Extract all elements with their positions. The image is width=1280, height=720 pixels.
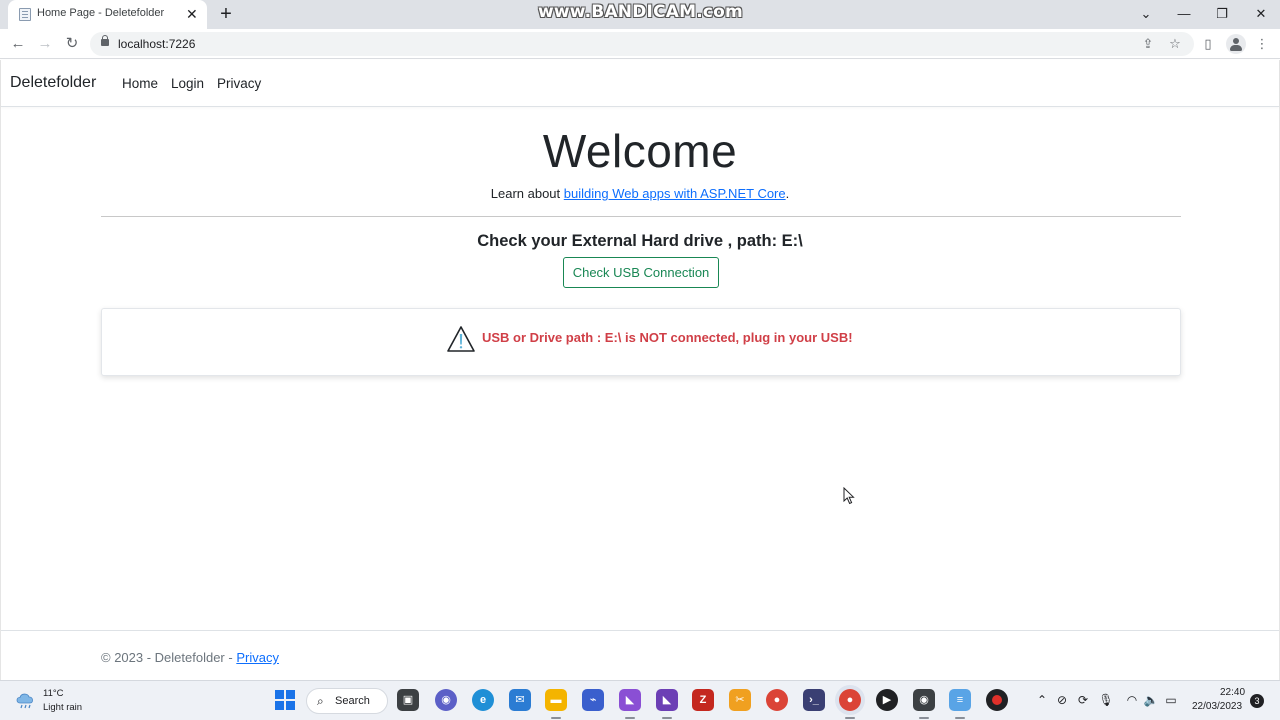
- bandicam-watermark: www.BANDICAM.com: [538, 2, 743, 22]
- chat-icon[interactable]: ◉: [435, 689, 457, 711]
- taskbar-search[interactable]: ⌕ Search: [306, 688, 388, 714]
- visual-studio-2-icon[interactable]: ◣: [656, 689, 678, 719]
- media-player-icon[interactable]: ▶: [876, 689, 898, 711]
- forward-arrow-icon[interactable]: →: [34, 33, 56, 55]
- learn-more-text: Learn about building Web apps with ASP.N…: [1, 186, 1279, 201]
- volume-icon[interactable]: 🔈: [1143, 691, 1159, 709]
- clock-time[interactable]: 22:40: [1220, 687, 1245, 698]
- screen: Home Page - Deletefolder ✕ + www.BANDICA…: [0, 0, 1280, 720]
- reload-icon[interactable]: ↻: [61, 33, 83, 55]
- tab-title: Home Page - Deletefolder: [37, 7, 165, 19]
- page-viewport: Deletefolder Home Login Privacy Welcome …: [0, 60, 1280, 680]
- tab-close-icon[interactable]: ✕: [186, 5, 198, 23]
- bookmark-star-icon[interactable]: ☆: [1165, 34, 1185, 54]
- lock-icon[interactable]: [101, 35, 109, 46]
- maximize-button[interactable]: ❐: [1212, 4, 1232, 24]
- search-icon: ⌕: [317, 694, 324, 708]
- task-view-icon[interactable]: ▣: [397, 689, 419, 711]
- windows-start-icon[interactable]: [275, 690, 295, 710]
- edge-browser-icon[interactable]: e: [472, 689, 494, 711]
- microphone-icon[interactable]: 🎙: [1098, 691, 1114, 709]
- tray-overflow-chevron-icon[interactable]: ⌃: [1034, 691, 1050, 709]
- clock-date[interactable]: 22/03/2023: [1192, 701, 1242, 712]
- new-tab-button[interactable]: +: [216, 2, 236, 26]
- tray-app-icon[interactable]: ⊘: [1054, 691, 1070, 709]
- warning-triangle-icon: [447, 326, 475, 352]
- rain-cloud-icon[interactable]: [15, 691, 37, 709]
- drive-check-heading: Check your External Hard drive , path: E…: [477, 232, 803, 250]
- notification-badge[interactable]: 3: [1250, 694, 1264, 708]
- weather-temperature[interactable]: 11°C: [43, 688, 64, 699]
- filezilla-icon[interactable]: Z: [692, 689, 714, 711]
- url-text[interactable]: localhost:7226: [118, 37, 195, 51]
- profile-avatar-icon[interactable]: [1226, 34, 1246, 54]
- weather-description[interactable]: Light rain: [43, 702, 82, 713]
- site-brand[interactable]: Deletefolder: [10, 74, 96, 92]
- copyright-text: © 2023 - Deletefolder -: [101, 650, 237, 665]
- browser-toolbar: ← → ↻ localhost:7226 ⇪ ☆ ▯ ⋮: [0, 29, 1280, 59]
- windows-taskbar: 11°C Light rain ⌕ Search ▣ ◉ e ✉ ▬ ⌁ ◣ ◣…: [0, 680, 1280, 720]
- share-icon[interactable]: ⇪: [1138, 34, 1158, 54]
- terminal-icon[interactable]: ›_: [803, 689, 825, 711]
- file-explorer-icon[interactable]: ▬: [545, 689, 567, 719]
- browser-tab-strip: Home Page - Deletefolder ✕ + www.BANDICA…: [0, 0, 1280, 29]
- bandicam-record-icon[interactable]: [986, 689, 1008, 711]
- chrome-icon[interactable]: ●: [766, 689, 788, 711]
- nav-link-login[interactable]: Login: [171, 76, 204, 91]
- obs-icon[interactable]: ◉: [913, 689, 935, 719]
- wifi-icon[interactable]: ◠: [1124, 691, 1140, 709]
- nav-link-privacy[interactable]: Privacy: [217, 76, 261, 91]
- notepad-icon[interactable]: ≡: [949, 689, 971, 719]
- close-window-button[interactable]: ✕: [1251, 4, 1271, 24]
- mail-icon[interactable]: ✉: [509, 689, 531, 711]
- minimize-button[interactable]: —: [1174, 4, 1194, 24]
- chrome-active-icon[interactable]: ●: [839, 689, 861, 719]
- footer-copyright: © 2023 - Deletefolder - Privacy: [101, 650, 279, 665]
- footer-privacy-link[interactable]: Privacy: [236, 650, 279, 665]
- page-favicon-icon: [19, 8, 31, 21]
- page-title: Welcome: [542, 125, 738, 177]
- search-label: Search: [335, 695, 370, 707]
- site-footer: © 2023 - Deletefolder - Privacy: [1, 630, 1279, 680]
- visual-studio-icon[interactable]: ◣: [619, 689, 641, 719]
- tab-search-chevron-icon[interactable]: ⌄: [1136, 4, 1156, 24]
- usb-status-alert: USB or Drive path : E:\ is NOT connected…: [101, 308, 1181, 376]
- address-bar[interactable]: localhost:7226 ⇪ ☆: [90, 32, 1194, 56]
- visual-studio-code-icon[interactable]: ⌁: [582, 689, 604, 711]
- browser-tab[interactable]: Home Page - Deletefolder ✕: [8, 0, 207, 29]
- divider: [101, 216, 1181, 217]
- snipping-tool-icon[interactable]: ✂: [729, 689, 751, 711]
- side-panel-icon[interactable]: ▯: [1197, 33, 1219, 55]
- learn-prefix: Learn about: [490, 186, 564, 201]
- back-arrow-icon[interactable]: ←: [7, 33, 29, 55]
- aspnet-docs-link[interactable]: building Web apps with ASP.NET Core: [564, 186, 786, 201]
- site-navbar: Deletefolder Home Login Privacy: [1, 60, 1279, 107]
- nav-link-home[interactable]: Home: [122, 76, 158, 91]
- check-usb-connection-button[interactable]: Check USB Connection: [563, 257, 719, 288]
- learn-suffix: .: [785, 186, 790, 201]
- battery-icon[interactable]: ▭: [1163, 691, 1179, 709]
- kebab-menu-icon[interactable]: ⋮: [1251, 33, 1273, 55]
- alert-message: USB or Drive path : E:\ is NOT connected…: [482, 330, 853, 345]
- mouse-cursor-icon: [843, 487, 855, 505]
- sync-icon[interactable]: ⟳: [1075, 691, 1091, 709]
